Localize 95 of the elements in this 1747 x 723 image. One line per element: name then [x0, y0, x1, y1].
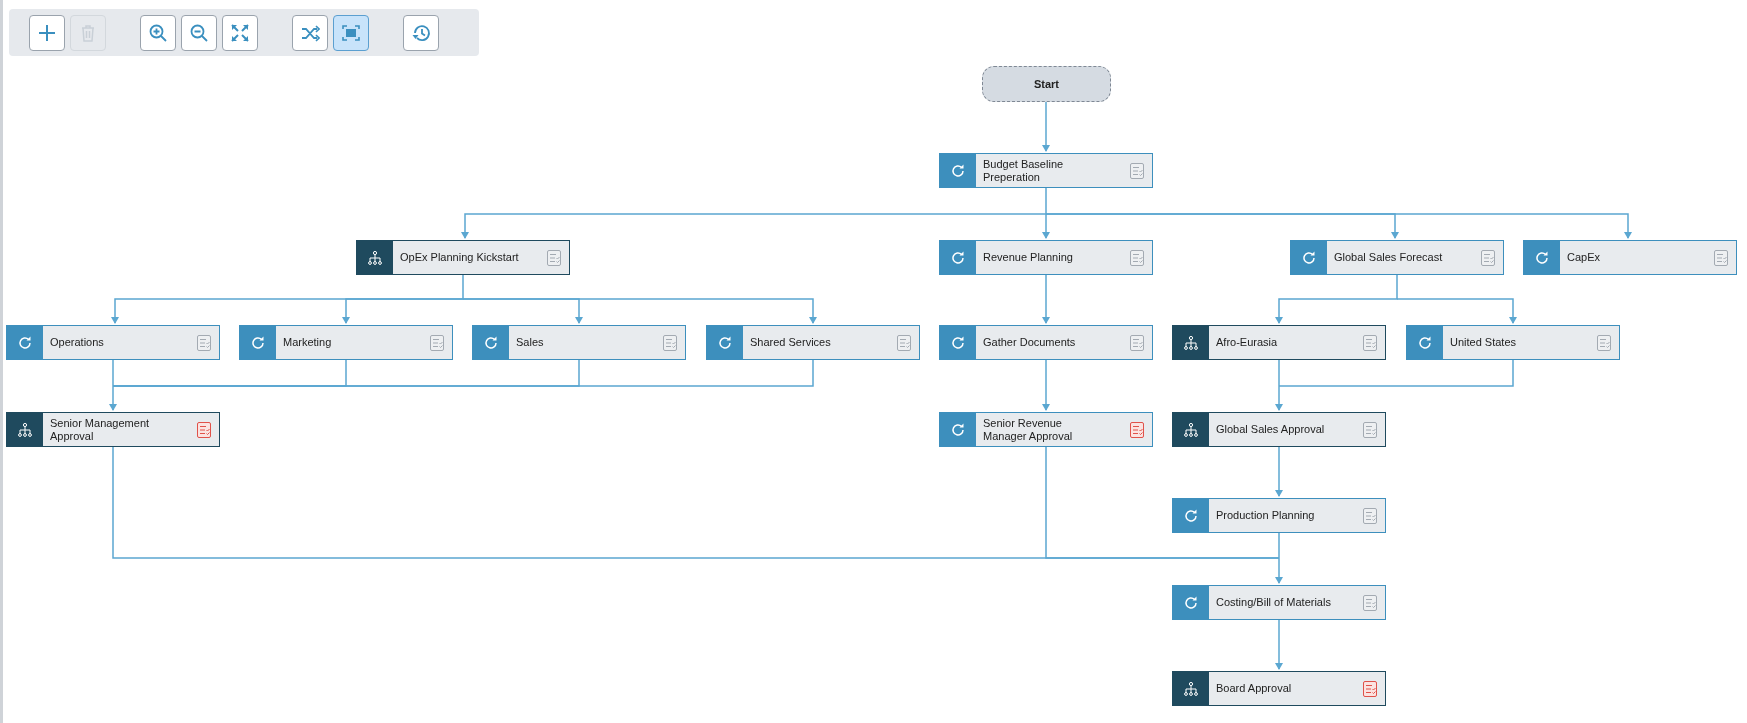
refresh-icon	[1183, 507, 1199, 524]
task-node[interactable]: Operations	[6, 325, 220, 360]
connector-arrow	[1275, 532, 1283, 584]
history-button[interactable]	[403, 14, 439, 51]
add-button[interactable]	[29, 14, 65, 51]
connector-arrow	[1042, 359, 1050, 411]
checklist-icon[interactable]	[1481, 250, 1495, 267]
node-label: Costing/Bill of Materials	[1215, 596, 1332, 609]
node-label: Senior Revenue Manager Approval	[982, 416, 1074, 443]
node-label: Global Sales Approval	[1215, 423, 1326, 436]
task-node[interactable]: Marketing	[239, 325, 453, 360]
zoom-out-button[interactable]	[181, 14, 217, 51]
connector-arrow	[1275, 619, 1283, 670]
connector-arrow	[1275, 446, 1283, 497]
hierarchy-icon	[1183, 680, 1199, 697]
fit-screen-icon	[341, 22, 361, 43]
group-node[interactable]: Afro-Eurasia	[1172, 325, 1386, 360]
checklist-icon[interactable]	[1130, 335, 1144, 352]
plus-icon	[37, 22, 57, 43]
node-label: Sales	[515, 336, 545, 349]
task-node[interactable]: Sales	[472, 325, 686, 360]
node-label: Operations	[49, 336, 105, 349]
checklist-icon[interactable]	[1363, 681, 1377, 698]
zoom-out-icon	[189, 22, 209, 43]
checklist-icon[interactable]	[1130, 422, 1144, 439]
node-label: Shared Services	[749, 336, 832, 349]
refresh-icon	[950, 162, 966, 179]
expand-button[interactable]	[222, 14, 258, 51]
refresh-icon	[1417, 334, 1433, 351]
task-node[interactable]: Senior Revenue Manager Approval	[939, 412, 1153, 447]
node-label: United States	[1449, 336, 1518, 349]
hierarchy-icon	[1183, 421, 1199, 438]
node-label: Production Planning	[1215, 509, 1316, 522]
node-label: Senior Management Approval	[49, 416, 151, 443]
refresh-icon	[950, 334, 966, 351]
checklist-icon[interactable]	[1363, 335, 1377, 352]
shuffle-icon	[300, 22, 320, 43]
task-node[interactable]: Revenue Planning	[939, 240, 1153, 275]
task-node[interactable]: Budget Baseline Preperation	[939, 153, 1153, 188]
checklist-icon[interactable]	[663, 335, 677, 352]
checklist-icon[interactable]	[197, 422, 211, 439]
hierarchy-icon	[367, 249, 383, 266]
node-label: CapEx	[1566, 251, 1602, 264]
shuffle-button[interactable]	[292, 14, 328, 51]
task-node[interactable]: Shared Services	[706, 325, 920, 360]
zoom-in-button[interactable]	[140, 14, 176, 51]
refresh-icon	[950, 421, 966, 438]
node-label: Global Sales Forecast	[1333, 251, 1444, 264]
start-node[interactable]: Start	[982, 66, 1111, 102]
connector-arrow	[109, 359, 117, 411]
checklist-icon[interactable]	[430, 335, 444, 352]
refresh-icon	[717, 334, 733, 351]
refresh-icon	[17, 334, 33, 351]
checklist-icon[interactable]	[1363, 422, 1377, 439]
expand-arrows-icon	[230, 22, 250, 43]
node-label: OpEx Planning Kickstart	[399, 251, 520, 264]
connector-arrow	[1042, 274, 1050, 324]
task-node[interactable]: Costing/Bill of Materials	[1172, 585, 1386, 620]
refresh-icon	[1183, 594, 1199, 611]
hierarchy-icon	[1183, 334, 1199, 351]
hierarchy-icon	[17, 421, 33, 438]
node-label: Budget Baseline Preperation	[982, 157, 1065, 184]
node-label: Revenue Planning	[982, 251, 1074, 264]
refresh-icon	[250, 334, 266, 351]
history-icon	[411, 22, 431, 43]
refresh-icon	[1301, 249, 1317, 266]
checklist-icon[interactable]	[897, 335, 911, 352]
checklist-icon[interactable]	[1714, 250, 1728, 267]
task-node[interactable]: CapEx	[1523, 240, 1737, 275]
refresh-icon	[950, 249, 966, 266]
group-node[interactable]: OpEx Planning Kickstart	[356, 240, 570, 275]
connector-arrow	[1042, 101, 1050, 152]
refresh-icon	[1534, 249, 1550, 266]
task-node[interactable]: Gather Documents	[939, 325, 1153, 360]
checklist-icon[interactable]	[1130, 163, 1144, 180]
node-label: Marketing	[282, 336, 333, 349]
checklist-icon[interactable]	[1363, 595, 1377, 612]
checklist-icon[interactable]	[1130, 250, 1144, 267]
group-node[interactable]: Board Approval	[1172, 671, 1386, 706]
connector-arrow	[1275, 359, 1283, 411]
task-node[interactable]: United States	[1406, 325, 1620, 360]
task-node[interactable]: Production Planning	[1172, 498, 1386, 533]
fit-button[interactable]	[333, 14, 369, 51]
node-label: Board Approval	[1215, 682, 1293, 695]
zoom-in-icon	[148, 22, 168, 43]
task-node[interactable]: Global Sales Forecast	[1290, 240, 1504, 275]
group-node[interactable]: Senior Management Approval	[6, 412, 220, 447]
checklist-icon[interactable]	[1363, 508, 1377, 525]
checklist-icon[interactable]	[547, 250, 561, 267]
node-label: Gather Documents	[982, 336, 1077, 349]
node-label: Afro-Eurasia	[1215, 336, 1279, 349]
checklist-icon[interactable]	[197, 335, 211, 352]
refresh-icon	[483, 334, 499, 351]
checklist-icon[interactable]	[1597, 335, 1611, 352]
group-node[interactable]: Global Sales Approval	[1172, 412, 1386, 447]
